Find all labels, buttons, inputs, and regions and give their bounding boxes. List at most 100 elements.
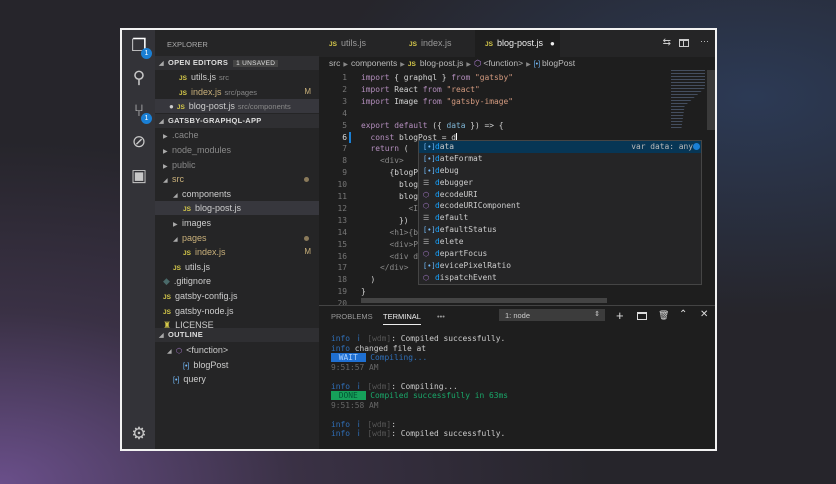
suggestion-item[interactable]: ☰ default	[419, 212, 701, 224]
line-number: 8	[342, 156, 347, 166]
info-icon[interactable]	[693, 143, 700, 150]
terminal-select[interactable]: 1: node ⇕	[499, 309, 605, 321]
split-editor-icon[interactable]	[679, 39, 689, 47]
code-token: }) => {	[465, 120, 504, 130]
tree-item-label: utils.js	[184, 261, 210, 272]
tree-item-label: .cache	[172, 130, 199, 141]
editor-vertical-scrollbar[interactable]	[707, 70, 715, 130]
panel-header: PROBLEMS TERMINAL ••• 1: node ⇕ + 🗑 ⌃ ✕	[319, 306, 715, 326]
terminal-select-value: 1: node	[505, 311, 531, 320]
modified-dot	[304, 177, 309, 183]
js-file-icon: JS	[179, 75, 187, 82]
source-control-icon[interactable]: ⑂ 1	[129, 101, 152, 124]
js-file-icon: JS	[176, 104, 185, 112]
files-icon[interactable]: ❐ 1	[129, 36, 152, 59]
suggestion-item[interactable]: ⬡ decodeURIComponent	[419, 200, 701, 212]
terminal-token: changed file at	[350, 343, 427, 353]
tab-index[interactable]: JS index.js	[399, 30, 475, 57]
code-line: <I	[361, 203, 419, 215]
git-status: M	[304, 247, 311, 257]
tab-blog-post[interactable]: JS blog-post.js ●	[475, 30, 560, 57]
tree-item-label: index.js	[194, 247, 226, 258]
code-token: <div>P	[361, 239, 419, 249]
close-panel-icon[interactable]: ✕	[700, 309, 708, 320]
tree-item[interactable]: JS index.js M	[155, 245, 319, 259]
open-editor-item[interactable]: JS index.js src/pages M	[155, 85, 319, 99]
breadcrumb-item[interactable]: components	[351, 58, 397, 68]
terminal-output[interactable]: info ｉ [wdm]: Compiled successfully. info…	[319, 326, 715, 439]
open-editors-header[interactable]: ◢ OPEN EDITORS 1 UNSAVED	[155, 56, 319, 70]
panel-more-icon[interactable]: •••	[437, 312, 445, 321]
suggestion-item[interactable]: ☰ debugger	[419, 177, 701, 189]
code-line: <div d	[361, 251, 419, 263]
suggestion-item[interactable]: [•]devicePixelRatio	[419, 260, 701, 272]
suggestion-item[interactable]: [•]defaultStatus	[419, 224, 701, 236]
terminal-token: ｉ	[350, 334, 368, 343]
code-token: import	[361, 96, 390, 106]
tree-item[interactable]: ▶ .cache	[155, 128, 319, 142]
tree-item[interactable]: ◢ src	[155, 172, 319, 186]
breadcrumb-item[interactable]: blog-post.js	[420, 58, 463, 68]
tree-item-label: gatsby-config.js	[174, 291, 238, 301]
new-terminal-icon[interactable]: +	[616, 308, 624, 323]
tree-item[interactable]: JS gatsby-node.js	[155, 304, 319, 318]
tree-item[interactable]: JS gatsby-config.js	[155, 289, 319, 303]
open-changes-icon[interactable]: ⇆	[663, 37, 671, 48]
code-token: (	[399, 144, 409, 154]
tab-utils[interactable]: JS utils.js	[319, 30, 395, 57]
js-file-icon: JS	[163, 308, 171, 316]
split-terminal-icon[interactable]	[637, 312, 647, 320]
suggestion-item[interactable]: [•]debug	[419, 165, 701, 177]
unsaved-dot[interactable]: ●	[550, 39, 555, 48]
code-token: <h1>{b	[361, 227, 419, 237]
suggestion-item[interactable]: ⬡ dispatchEvent	[419, 272, 701, 284]
code-token: data	[446, 120, 466, 130]
code-token: "gatsby-image"	[441, 96, 514, 106]
search-icon[interactable]: ⚲	[129, 68, 149, 88]
gear-icon[interactable]: ⚙	[129, 424, 149, 444]
variable-icon: [•]	[183, 362, 190, 370]
project-header[interactable]: ◢ GATSBY-GRAPHQL-APP	[155, 113, 319, 128]
breadcrumb-item[interactable]: <function>	[483, 58, 523, 68]
open-editor-item[interactable]: JS utils.js src	[155, 70, 319, 84]
maximize-panel-icon[interactable]: ⌃	[679, 309, 687, 320]
tree-item[interactable]: ▶ public	[155, 158, 319, 172]
open-editor-item[interactable]: ● JS blog-post.js src/components	[155, 99, 319, 114]
tab-problems[interactable]: PROBLEMS	[331, 312, 373, 321]
suggestion-item[interactable]: ☰ delete	[419, 236, 701, 248]
tree-item[interactable]: JS utils.js	[155, 260, 319, 274]
code-line: {blogP	[361, 167, 419, 179]
debug-icon[interactable]: ⊘	[129, 132, 149, 152]
breadcrumb-item[interactable]: blogPost	[542, 58, 575, 68]
tree-item[interactable]: ▶ node_modules	[155, 143, 319, 157]
extensions-icon[interactable]: ▣	[129, 166, 149, 186]
suggestion-rest: efault	[439, 213, 469, 223]
minimap[interactable]	[671, 70, 705, 130]
outline-label: blogPost	[193, 359, 229, 370]
breadcrumb-item[interactable]: src	[329, 58, 340, 68]
terminal-token: Compiled successfully in 63ms	[365, 391, 509, 400]
tree-item[interactable]: JS blog-post.js	[155, 201, 319, 216]
line-number: 14	[337, 227, 347, 237]
terminal-token: :	[391, 419, 396, 429]
outline-item[interactable]: ◢ ⬡ <function>	[155, 343, 319, 357]
line-number: 9	[342, 168, 347, 178]
tree-item[interactable]: ◆ .gitignore	[155, 274, 319, 288]
terminal-token: info	[331, 419, 351, 429]
tree-item[interactable]: ◢ pages	[155, 231, 319, 245]
suggestion-item[interactable]: [•]data var data: any	[419, 141, 701, 153]
trash-icon[interactable]: 🗑	[658, 310, 669, 321]
tree-item[interactable]: ◢ components	[155, 187, 319, 201]
tab-terminal[interactable]: TERMINAL	[383, 312, 421, 325]
suggestion-item[interactable]: ⬡ decodeURI	[419, 189, 701, 201]
outline-header[interactable]: ◢ OUTLINE	[155, 328, 319, 342]
more-actions-icon[interactable]: ···	[700, 36, 709, 46]
outline-item[interactable]: [•] blogPost	[155, 358, 319, 372]
suggestion-detail: var data: any	[631, 142, 693, 151]
suggestion-item[interactable]: [•]dateFormat	[419, 153, 701, 165]
tree-item-label: components	[182, 188, 232, 199]
suggestion-item[interactable]: ⬡ departFocus	[419, 248, 701, 260]
tree-item[interactable]: ▶ images	[155, 216, 319, 230]
outline-item[interactable]: [•] query	[155, 372, 319, 386]
editor-horizontal-scrollbar[interactable]	[361, 298, 607, 303]
